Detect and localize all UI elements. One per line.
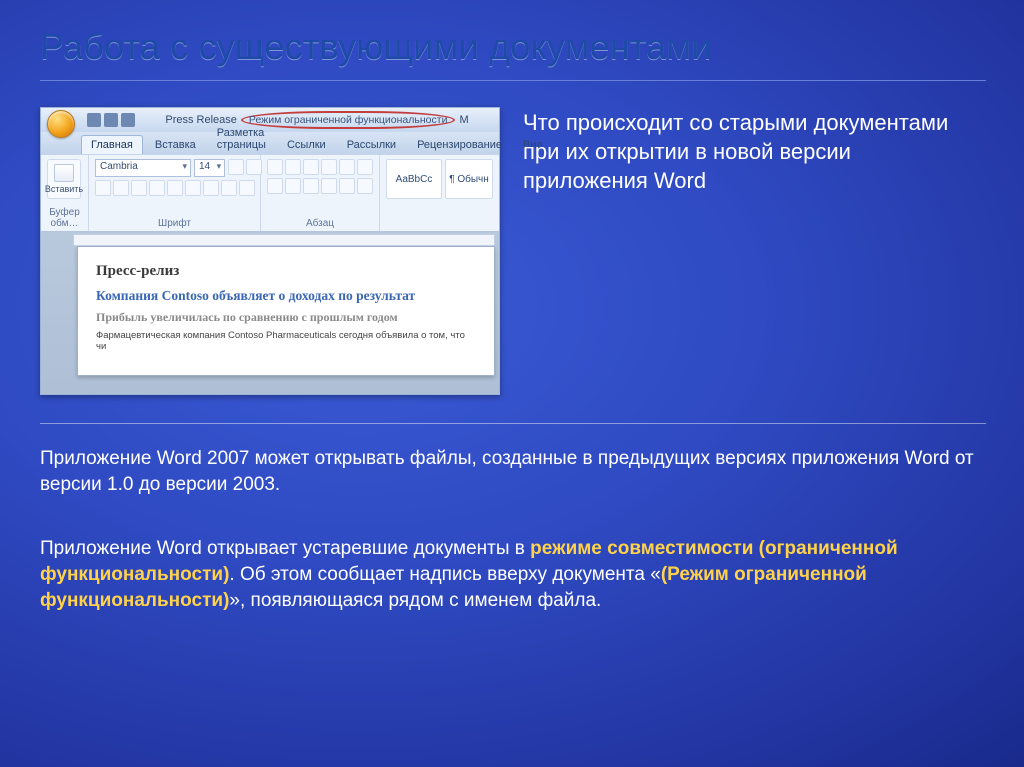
indent-inc-icon[interactable] <box>339 159 355 175</box>
word-screenshot: Press Release Режим ограниченной функцио… <box>40 107 500 395</box>
sort-icon[interactable] <box>357 159 373 175</box>
numbering-icon[interactable] <box>285 159 301 175</box>
ribbon-group-font: Cambria 14 Шрифт <box>89 155 261 231</box>
tab-insert[interactable]: Вставка <box>146 136 205 154</box>
quick-access-toolbar[interactable] <box>87 113 135 127</box>
justify-icon[interactable] <box>321 178 337 194</box>
paste-icon <box>54 164 74 182</box>
qat-save-icon[interactable] <box>87 113 101 127</box>
bullets-icon[interactable] <box>267 159 283 175</box>
line-spacing-icon[interactable] <box>339 178 355 194</box>
slide-title: Работа с существующими документами <box>40 26 712 68</box>
subscript-icon[interactable] <box>167 180 183 196</box>
align-right-icon[interactable] <box>303 178 319 194</box>
p2-pre: Приложение Word открывает устаревшие док… <box>40 538 530 559</box>
paste-label: Вставить <box>45 184 83 194</box>
grow-font-icon[interactable] <box>228 159 244 175</box>
p2-post: », появляющаяся рядом с именем файла. <box>229 590 601 611</box>
ribbon-group-clipboard: Вставить Буфер обм… <box>41 155 89 231</box>
ribbon-group-paragraph: Абзац <box>261 155 380 231</box>
strike-icon[interactable] <box>149 180 165 196</box>
italic-icon[interactable] <box>113 180 129 196</box>
slide: Работа с существующими документами Press… <box>0 0 1024 767</box>
style-preview-2[interactable]: ¶ Обычн <box>445 159 493 199</box>
ribbon-tabs: Главная Вставка Разметка страницы Ссылки… <box>41 132 499 154</box>
tab-review[interactable]: Рецензирование <box>408 136 511 154</box>
align-left-icon[interactable] <box>267 178 283 194</box>
highlight-icon[interactable] <box>221 180 237 196</box>
font-family-combo[interactable]: Cambria <box>95 159 191 177</box>
paragraph-1: Приложение Word 2007 может открывать фай… <box>40 446 986 498</box>
font-size-combo[interactable]: 14 <box>194 159 225 177</box>
ribbon: Вставить Буфер обм… Cambria 14 <box>41 154 499 232</box>
office-button-icon[interactable] <box>47 110 75 138</box>
case-icon[interactable] <box>203 180 219 196</box>
horizontal-ruler[interactable] <box>73 234 495 246</box>
doc-heading-1: Пресс-релиз <box>96 263 476 280</box>
underline-icon[interactable] <box>131 180 147 196</box>
doc-heading-2: Компания Contoso объявляет о доходах по … <box>96 288 476 304</box>
group-label-font: Шрифт <box>95 216 254 229</box>
doc-name-right: M <box>459 114 468 126</box>
qat-undo-icon[interactable] <box>104 113 118 127</box>
doc-subheading: Прибыль увеличилась по сравнению с прошл… <box>96 310 476 325</box>
tab-mailings[interactable]: Рассылки <box>338 136 405 154</box>
group-label-styles <box>386 216 493 229</box>
doc-body-text: Фармацевтическая компания Contoso Pharma… <box>96 330 476 352</box>
style-preview-1[interactable]: AaBbCc <box>386 159 442 199</box>
indent-dec-icon[interactable] <box>321 159 337 175</box>
group-label-clipboard: Буфер обм… <box>47 205 82 229</box>
tab-references[interactable]: Ссылки <box>278 136 335 154</box>
shrink-font-icon[interactable] <box>246 159 262 175</box>
ribbon-group-styles: AaBbCc ¶ Обычн <box>380 155 499 231</box>
group-label-paragraph: Абзац <box>267 216 373 229</box>
callout-text: Что происходит со старыми документами пр… <box>523 108 978 195</box>
tab-home[interactable]: Главная <box>81 135 143 154</box>
multilevel-icon[interactable] <box>303 159 319 175</box>
bold-icon[interactable] <box>95 180 111 196</box>
document-page: Пресс-релиз Компания Contoso объявляет о… <box>77 246 495 376</box>
p2-mid: . Об этом сообщает надпись вверху докуме… <box>229 564 660 585</box>
title-underline <box>40 80 986 81</box>
document-area: Пресс-релиз Компания Contoso объявляет о… <box>41 232 499 394</box>
align-center-icon[interactable] <box>285 178 301 194</box>
section-divider <box>40 423 986 424</box>
superscript-icon[interactable] <box>185 180 201 196</box>
font-color-icon[interactable] <box>239 180 255 196</box>
paste-button[interactable]: Вставить <box>47 159 81 199</box>
tab-layout[interactable]: Разметка страницы <box>208 124 275 154</box>
shading-icon[interactable] <box>357 178 373 194</box>
qat-redo-icon[interactable] <box>121 113 135 127</box>
paragraph-2: Приложение Word открывает устаревшие док… <box>40 536 986 615</box>
